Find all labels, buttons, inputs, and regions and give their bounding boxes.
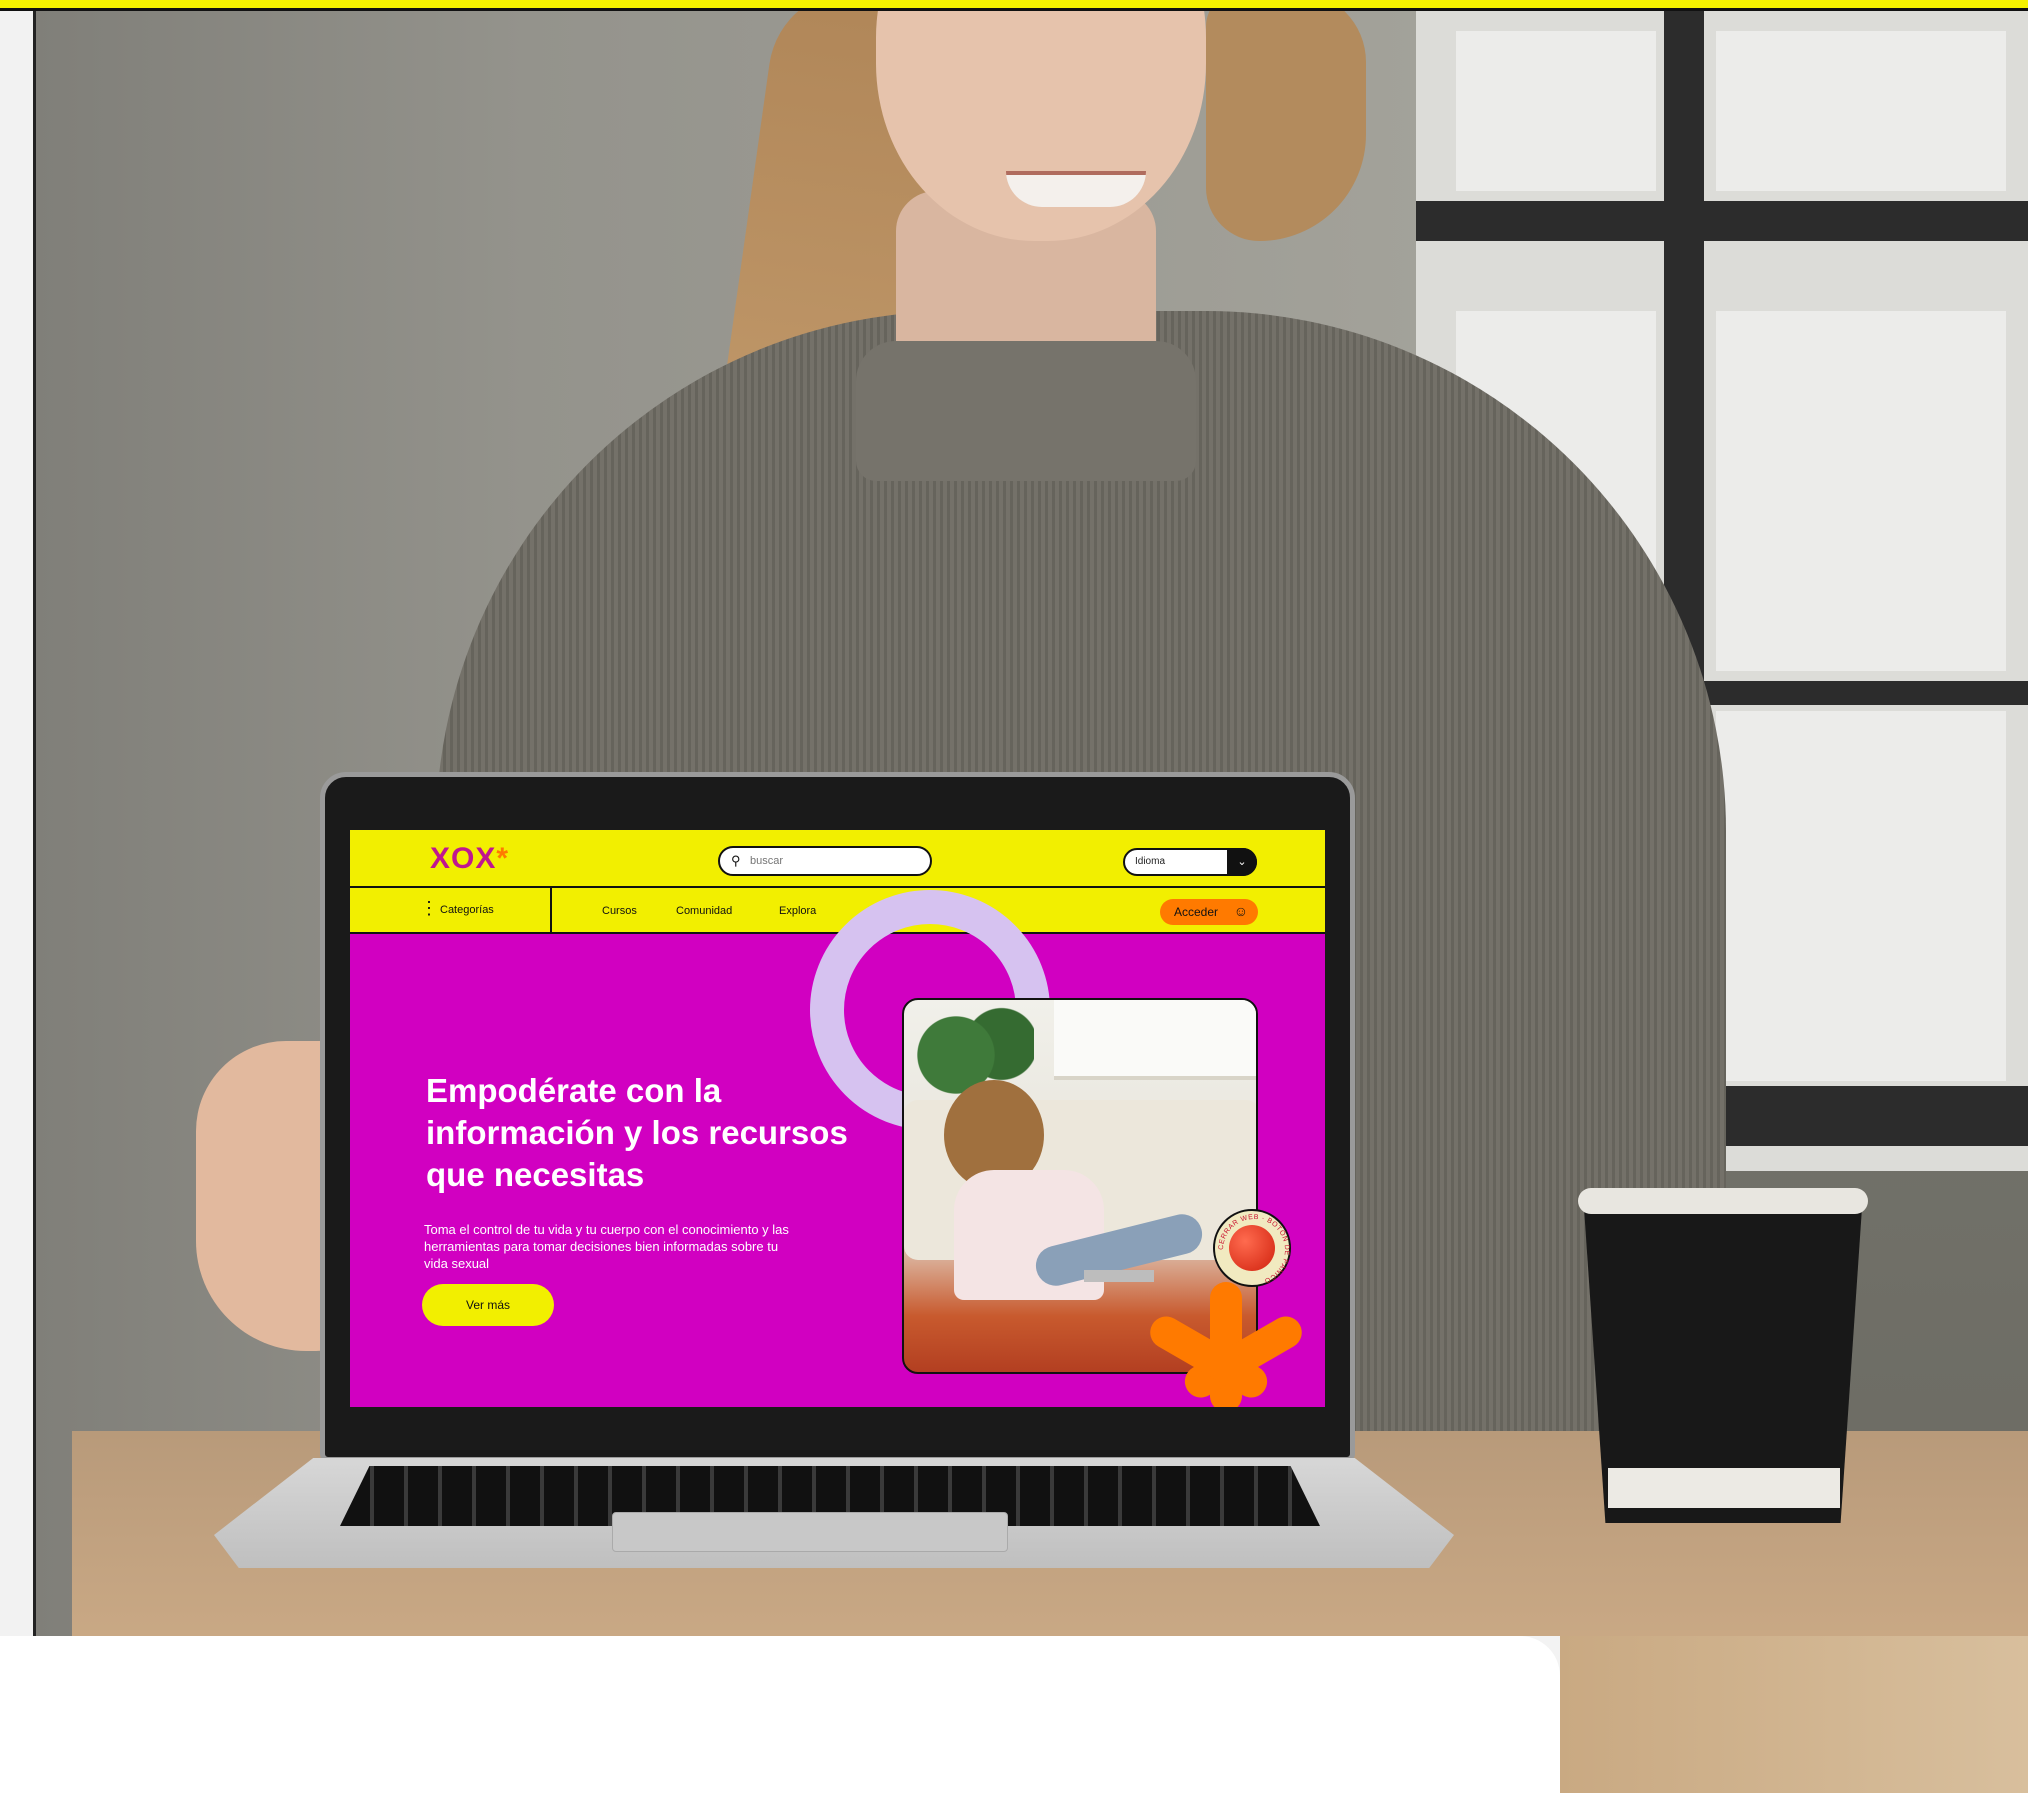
- kebab-menu-icon: ⋮: [420, 898, 438, 918]
- search-box[interactable]: ⚲: [718, 846, 932, 876]
- page: XOX* ⚲ Idioma ⌄ ⋮ Categorías Cursos Comu…: [0, 0, 2028, 1793]
- window-pane: [1716, 311, 2006, 671]
- logo-text: XOX: [430, 842, 497, 875]
- window-pane: [1716, 31, 2006, 191]
- window-pane: [1716, 711, 2006, 1081]
- hero-title: Empodérate con la información y los recu…: [426, 1072, 848, 1193]
- coffee-cup-rim: [1578, 1188, 1868, 1214]
- window-pane: [1456, 31, 1656, 191]
- hero-subtitle: Toma el control de tu vida y tu cuerpo c…: [424, 1222, 789, 1271]
- categories-menu[interactable]: ⋮ Categorías: [350, 888, 552, 934]
- asterisk-icon: *: [496, 842, 510, 875]
- categories-label: Categorías: [440, 904, 494, 916]
- panic-button[interactable]: CERRAR WEB · BOTÓN DE PÁNICO: [1213, 1209, 1291, 1287]
- language-select[interactable]: Idioma ⌄: [1123, 848, 1257, 876]
- smile: [1006, 171, 1146, 207]
- site-header: XOX* ⚲ Idioma ⌄: [350, 830, 1325, 888]
- panic-button-core: [1229, 1225, 1275, 1271]
- table-corner: [1560, 1636, 2028, 1793]
- laptop-trackpad: [612, 1512, 1008, 1552]
- see-more-button[interactable]: Ver más: [422, 1284, 554, 1326]
- nav-link-comunidad[interactable]: Comunidad: [676, 905, 732, 917]
- laptop-screen: XOX* ⚲ Idioma ⌄ ⋮ Categorías Cursos Comu…: [350, 830, 1325, 1407]
- nav-link-cursos[interactable]: Cursos: [602, 905, 637, 917]
- site-nav: ⋮ Categorías Cursos Comunidad Explora Fa…: [350, 888, 1325, 934]
- language-select-value: Idioma: [1135, 856, 1166, 867]
- bottom-card: [0, 1636, 1560, 1793]
- search-input[interactable]: [750, 852, 920, 870]
- asterisk-shape-icon: [1125, 1272, 1325, 1407]
- nav-link-explora[interactable]: Explora: [779, 905, 816, 917]
- login-button-label: Acceder: [1174, 905, 1219, 919]
- coffee-cup-band: [1608, 1468, 1840, 1508]
- chevron-down-icon[interactable]: ⌄: [1227, 848, 1257, 876]
- image-window: [1054, 1000, 1256, 1080]
- image-person: [954, 1170, 1104, 1300]
- top-accent-strip: [0, 0, 2028, 11]
- smiley-icon: ☺: [1233, 903, 1248, 919]
- search-icon: ⚲: [731, 853, 741, 868]
- site-logo[interactable]: XOX*: [430, 842, 509, 876]
- left-panel: [0, 11, 36, 1636]
- login-button[interactable]: Acceder ☺: [1160, 899, 1258, 925]
- sweater-collar: [856, 341, 1196, 481]
- window-frame: [1416, 201, 2028, 241]
